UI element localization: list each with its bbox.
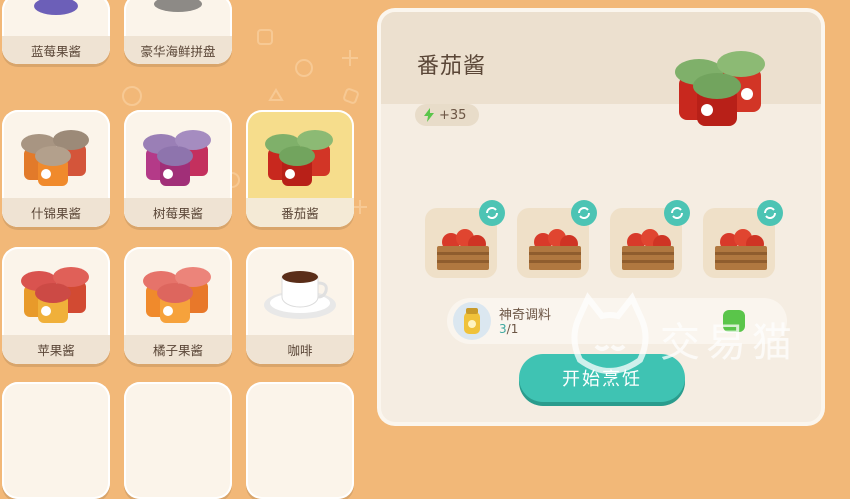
ingredient-slot[interactable] <box>703 200 783 278</box>
refresh-icon <box>486 207 498 219</box>
energy-value: +35 <box>439 107 467 123</box>
seasoning-have: 3 <box>499 322 507 336</box>
refresh-icon <box>578 207 590 219</box>
recipe-label: 树莓果酱 <box>124 198 232 227</box>
coffee-icon <box>246 247 354 335</box>
recipe-tile-coffee[interactable]: 咖啡 <box>246 247 354 364</box>
recipe-label: 苹果酱 <box>2 335 110 364</box>
seasoning-name: 神奇调料 <box>499 308 552 323</box>
seasoning-need: 1 <box>510 322 519 336</box>
recipe-label: 咖啡 <box>246 335 354 364</box>
blueberry-jam-icon <box>2 0 110 34</box>
recipe-label: 什锦果酱 <box>2 198 110 227</box>
recipe-tile-mixed-fruit-jam[interactable]: 什锦果酱 <box>2 110 110 227</box>
seasoning-count: 3/1 <box>499 322 519 336</box>
seasoning-row: 神奇调料 3/1 <box>447 298 787 344</box>
raspberry-jam-icon <box>124 110 232 198</box>
seafood-platter-icon <box>124 0 232 34</box>
refresh-icon <box>671 207 683 219</box>
recipe-tile-blueberry-jam[interactable]: 蓝莓果酱 <box>2 0 110 64</box>
tomato-crate-icon <box>437 229 489 270</box>
swap-button[interactable] <box>571 200 597 226</box>
recipe-tile-partial[interactable] <box>2 382 110 499</box>
apple-jam-icon <box>2 247 110 335</box>
swap-button[interactable] <box>664 200 690 226</box>
recipe-label: 蓝莓果酱 <box>2 36 110 64</box>
swap-button[interactable] <box>757 200 783 226</box>
mixed-fruit-jam-icon <box>2 110 110 198</box>
recipe-label: 番茄酱 <box>246 198 354 227</box>
seasoning-toggle[interactable] <box>723 310 745 332</box>
lightning-icon <box>424 108 434 122</box>
tomato-crate-icon <box>622 229 674 270</box>
recipe-tile-partial[interactable] <box>246 382 354 499</box>
ingredient-slot[interactable] <box>425 200 505 278</box>
tomato-sauce-icon <box>246 110 354 198</box>
recipe-tile-seafood-platter[interactable]: 豪华海鲜拼盘 <box>124 0 232 64</box>
tomato-sauce-icon <box>665 32 775 132</box>
tomato-crate-icon <box>529 229 581 270</box>
recipe-tile-apple-jam[interactable]: 苹果酱 <box>2 247 110 364</box>
recipe-detail-panel: 番茄酱 +35 神奇调料 3/1 开始烹饪 <box>381 12 821 422</box>
recipe-tile-orange-jam[interactable]: 橘子果酱 <box>124 247 232 364</box>
magic-seasoning-icon <box>453 302 491 340</box>
swap-button[interactable] <box>479 200 505 226</box>
tomato-crate-icon <box>715 229 767 270</box>
energy-badge: +35 <box>415 104 479 126</box>
recipe-label: 橘子果酱 <box>124 335 232 364</box>
recipe-tile-raspberry-jam[interactable]: 树莓果酱 <box>124 110 232 227</box>
recipe-tile-tomato-sauce[interactable]: 番茄酱 <box>246 110 354 227</box>
refresh-icon <box>764 207 776 219</box>
orange-jam-icon <box>124 247 232 335</box>
recipe-tile-partial[interactable] <box>124 382 232 499</box>
page-title: 番茄酱 <box>417 54 487 79</box>
ingredient-slot[interactable] <box>517 200 597 278</box>
ingredient-slot[interactable] <box>610 200 690 278</box>
start-cooking-button[interactable]: 开始烹饪 <box>519 354 685 402</box>
recipe-label: 豪华海鲜拼盘 <box>124 36 232 64</box>
